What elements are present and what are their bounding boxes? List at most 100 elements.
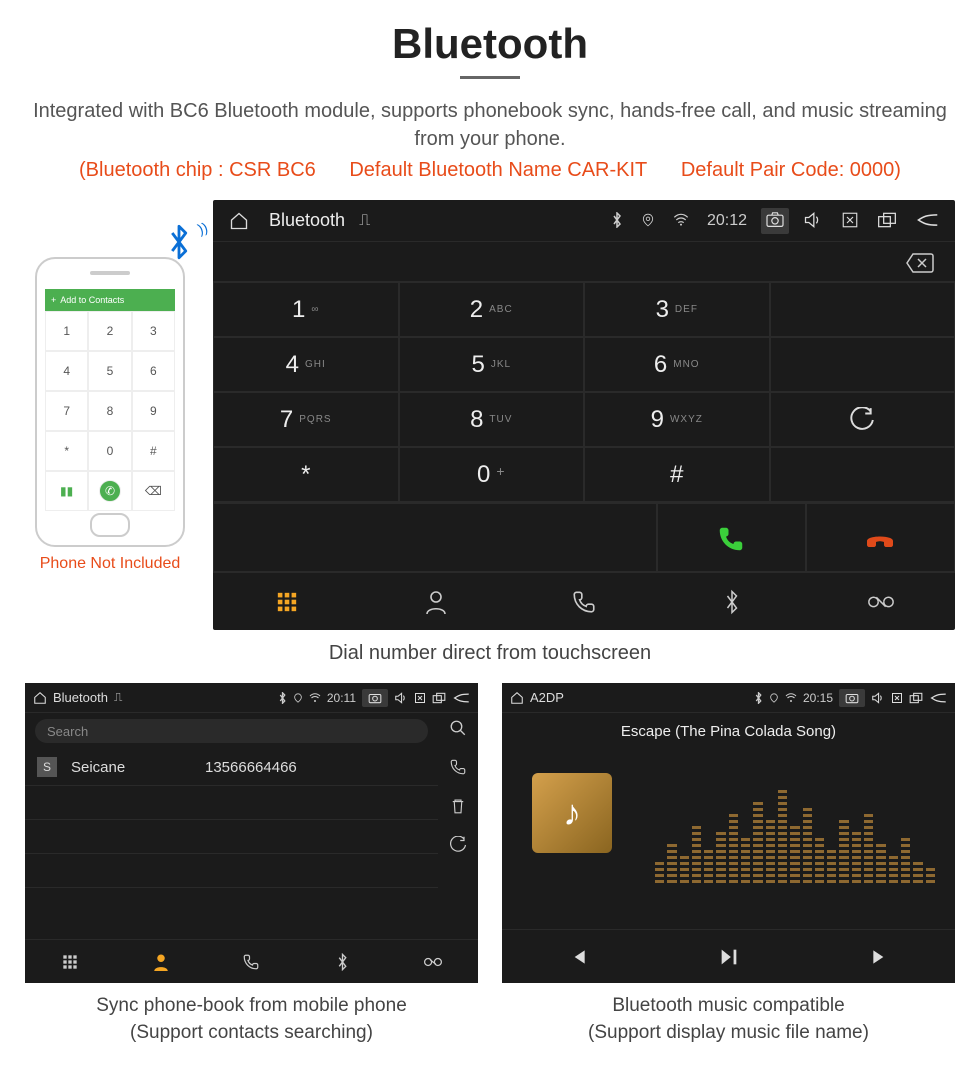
tab-bluetooth[interactable] <box>297 940 388 983</box>
equalizer <box>655 763 935 883</box>
home-icon[interactable] <box>510 690 524 705</box>
back-icon[interactable] <box>452 691 470 705</box>
phone-topbar: + Add to Contacts <box>45 289 175 311</box>
key-1[interactable]: 1∞ <box>213 282 399 337</box>
a2dp-statusbar: A2DP 20:15 <box>502 683 955 713</box>
volume-icon[interactable] <box>799 207 827 233</box>
contact-name: Seicane <box>71 759 191 776</box>
tab-calllog[interactable] <box>510 573 658 630</box>
spec-chip: (Bluetooth chip : CSR BC6 <box>79 159 316 181</box>
dialer-screen: Bluetooth ⎍ 20:12 <box>213 200 955 630</box>
phonebook-caption: Sync phone-book from mobile phone (Suppo… <box>25 993 478 1046</box>
back-icon[interactable] <box>911 208 943 234</box>
search-input[interactable]: Search <box>35 719 428 743</box>
tab-pair[interactable] <box>807 573 955 630</box>
spec-name: Default Bluetooth Name CAR-KIT <box>349 159 647 181</box>
recent-apps-icon[interactable] <box>873 207 901 233</box>
key-9[interactable]: 9WXYZ <box>584 392 770 447</box>
number-display <box>213 242 955 282</box>
volume-icon[interactable] <box>394 691 408 705</box>
next-button[interactable] <box>804 930 955 983</box>
volume-icon[interactable] <box>871 691 885 705</box>
close-icon[interactable] <box>837 207 863 233</box>
key-blank-2 <box>770 337 956 392</box>
clock-time: 20:12 <box>703 208 751 234</box>
tabbar <box>213 572 955 630</box>
tab-contacts[interactable] <box>116 940 207 983</box>
key-4[interactable]: 4GHI <box>213 337 399 392</box>
usb-icon: ⎍ <box>114 690 122 705</box>
spec-code: Default Pair Code: 0000) <box>681 159 901 181</box>
home-icon[interactable] <box>225 207 253 235</box>
wifi-icon <box>309 691 321 705</box>
contact-row[interactable]: S Seicane 13566664466 <box>25 749 438 786</box>
media-controls <box>502 929 955 983</box>
key-2[interactable]: 2ABC <box>399 282 585 337</box>
tab-contacts[interactable] <box>361 573 509 630</box>
sync-icon[interactable] <box>449 834 467 855</box>
contact-badge: S <box>37 757 57 777</box>
recent-apps-icon[interactable] <box>432 691 446 705</box>
hangup-button[interactable] <box>806 503 955 572</box>
contact-row-empty <box>25 786 438 820</box>
location-icon <box>769 691 779 705</box>
bluetooth-status-icon <box>607 208 627 234</box>
key-hash[interactable]: # <box>584 447 770 502</box>
bluetooth-status-icon <box>754 691 763 705</box>
pb-statusbar: Bluetooth ⎍ 20:11 <box>25 683 478 713</box>
app-title: A2DP <box>530 690 564 705</box>
page-title: Bluetooth <box>25 20 955 68</box>
contact-row-empty <box>25 854 438 888</box>
recent-apps-icon[interactable] <box>909 691 923 705</box>
bluetooth-icon <box>165 224 193 260</box>
clock-time: 20:11 <box>327 691 356 705</box>
screenshot-button[interactable] <box>761 208 789 234</box>
location-icon <box>637 208 659 234</box>
tab-bluetooth[interactable] <box>658 573 806 630</box>
phonebook-screen: Bluetooth ⎍ 20:11 Search <box>25 683 478 983</box>
key-5[interactable]: 5JKL <box>399 337 585 392</box>
backspace-button[interactable] <box>905 249 935 275</box>
wifi-icon <box>669 208 693 234</box>
key-3[interactable]: 3DEF <box>584 282 770 337</box>
contact-number: 13566664466 <box>205 759 297 776</box>
phone-note: Phone Not Included <box>25 555 195 573</box>
statusbar: Bluetooth ⎍ 20:12 <box>213 200 955 242</box>
close-icon[interactable] <box>891 691 903 705</box>
tab-keypad[interactable] <box>25 940 116 983</box>
dial-icon[interactable] <box>449 756 467 777</box>
key-star[interactable]: * <box>213 447 399 502</box>
screenshot-button[interactable] <box>839 689 865 707</box>
key-6[interactable]: 6MNO <box>584 337 770 392</box>
call-button[interactable] <box>657 503 806 572</box>
play-pause-button[interactable] <box>653 930 804 983</box>
key-blank-3 <box>770 447 956 502</box>
a2dp-screen: A2DP 20:15 Escape (The Pina Colada Song)… <box>502 683 955 983</box>
back-icon[interactable] <box>929 691 947 705</box>
bluetooth-status-icon <box>278 691 287 705</box>
app-title: Bluetooth <box>269 210 345 231</box>
home-icon[interactable] <box>33 690 47 705</box>
delete-icon[interactable] <box>449 795 467 816</box>
key-7[interactable]: 7PQRS <box>213 392 399 447</box>
key-8[interactable]: 8TUV <box>399 392 585 447</box>
key-blank-1 <box>770 282 956 337</box>
prev-button[interactable] <box>502 930 653 983</box>
tab-calllog[interactable] <box>206 940 297 983</box>
keypad: 1∞ 2ABC 3DEF 4GHI 5JKL 6MNO 7PQRS 8TUV 9… <box>213 282 955 502</box>
close-icon[interactable] <box>414 691 426 705</box>
bluetooth-specs: (Bluetooth chip : CSR BC6 Default Blueto… <box>25 159 955 182</box>
blank-left <box>213 503 657 572</box>
title-underline <box>460 76 520 79</box>
key-redial[interactable] <box>770 392 956 447</box>
clock-time: 20:15 <box>803 691 833 705</box>
tab-pair[interactable] <box>387 940 478 983</box>
tabbar <box>25 939 478 983</box>
a2dp-caption: Bluetooth music compatible (Support disp… <box>502 993 955 1046</box>
tab-keypad[interactable] <box>213 573 361 630</box>
search-icon[interactable] <box>449 717 467 738</box>
album-art: ♪ <box>532 773 612 853</box>
screenshot-button[interactable] <box>362 689 388 707</box>
usb-icon: ⎍ <box>355 208 374 234</box>
key-0[interactable]: 0+ <box>399 447 585 502</box>
